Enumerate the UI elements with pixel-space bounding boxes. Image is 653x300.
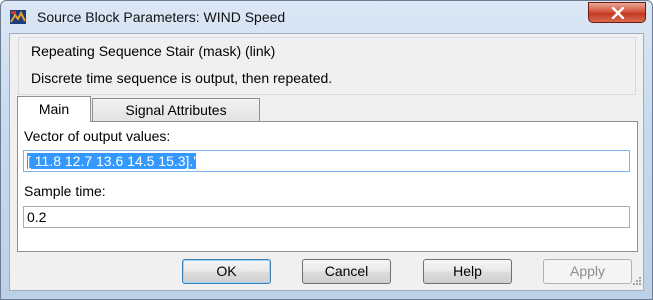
ok-button[interactable]: OK [182,259,271,284]
sample-time-label: Sample time: [24,183,106,199]
parameters-panel: Vector of output values: [ 11.8 12.7 13.… [17,121,638,252]
vector-of-output-values-label: Vector of output values: [24,128,171,144]
title-bar[interactable]: Source Block Parameters: WIND Speed [1,1,652,33]
mask-description: Discrete time sequence is output, then r… [31,70,333,86]
dialog-body: Repeating Sequence Stair (mask) (link) D… [9,33,644,291]
cancel-button[interactable]: Cancel [302,259,391,284]
tab-signal-attributes[interactable]: Signal Attributes [92,98,260,122]
apply-button[interactable]: Apply [543,259,632,284]
resize-grip-icon[interactable] [632,273,642,289]
window-title: Source Block Parameters: WIND Speed [37,9,286,25]
dialog-window: Source Block Parameters: WIND Speed Repe… [0,0,653,300]
close-button[interactable] [588,2,646,23]
mask-title: Repeating Sequence Stair (mask) (link) [31,43,276,59]
close-icon [611,7,625,19]
sample-time-field[interactable]: 0.2 [23,206,630,228]
simulink-block-icon [10,10,26,24]
vector-of-output-values-field[interactable]: [ 11.8 12.7 13.6 14.5 15.3].' [23,150,630,172]
help-button[interactable]: Help [423,259,512,284]
tab-main[interactable]: Main [17,96,91,122]
selected-text: [ 11.8 12.7 13.6 14.5 15.3].' [27,153,196,169]
